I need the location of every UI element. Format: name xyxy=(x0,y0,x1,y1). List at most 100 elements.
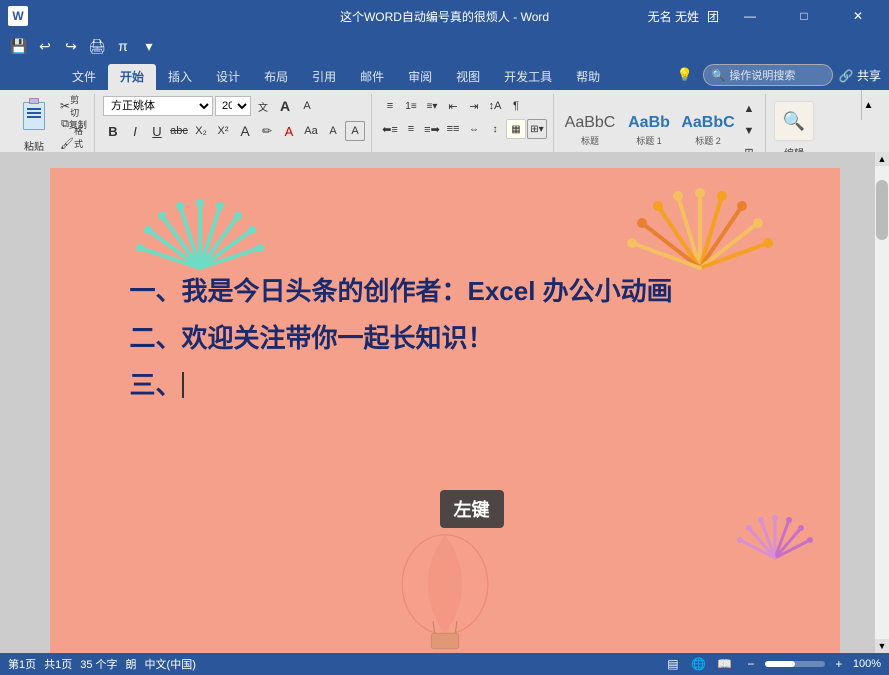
line-spacing-button[interactable]: ↕ xyxy=(485,119,505,139)
wen-icon[interactable]: 文 xyxy=(253,96,273,116)
format-painter-button[interactable]: 🖌 格式刷 xyxy=(60,135,88,153)
tab-home[interactable]: 开始 xyxy=(108,64,156,90)
styles-scroll-down[interactable]: ▼ xyxy=(739,121,759,141)
paste-button[interactable]: 粘贴 xyxy=(10,96,58,154)
word-count: 35 个字 xyxy=(80,656,117,672)
window-title: 这个WORD自动编号真的很烦人 - Word xyxy=(340,8,549,25)
char-shade-button[interactable]: A xyxy=(323,121,343,141)
ribbon-collapse-button[interactable]: ▲ xyxy=(861,90,875,120)
subscript-button[interactable]: X₂ xyxy=(191,121,211,141)
search-icon: 🔍 xyxy=(712,69,726,82)
strikethrough-button[interactable]: abc xyxy=(169,121,189,141)
highlight-button[interactable]: A xyxy=(235,121,255,141)
line-1: 一、我是今日头条的创作者：Excel 办公小动画 xyxy=(130,268,760,315)
title-bar: W 这个WORD自动编号真的很烦人 - Word 无名 无姓 团 — □ ✕ xyxy=(0,0,889,32)
zoom-level: 100% xyxy=(853,658,881,670)
align-center-button[interactable]: ≡ xyxy=(401,119,421,139)
italic-button[interactable]: I xyxy=(125,121,145,141)
ribbon-tabs: 文件 开始 插入 设计 布局 引用 邮件 审阅 视图 开发工具 帮助 💡 🔍 操… xyxy=(0,60,889,90)
tab-help[interactable]: 帮助 xyxy=(564,64,612,90)
styles-gallery: AaBbC 标题 AaBb 标题 1 AaBbC 标题 2 xyxy=(562,103,736,159)
font-family-select[interactable]: 方正姚体 xyxy=(103,96,213,116)
sort-button[interactable]: ↕A xyxy=(485,96,505,116)
tab-design[interactable]: 设计 xyxy=(204,64,252,90)
line-2: 二、欢迎关注带你一起长知识！ xyxy=(130,315,760,362)
cjk-distribute-button[interactable]: ⇔ xyxy=(464,119,484,139)
align-left-button[interactable]: ⬅≡ xyxy=(380,119,400,139)
bold-button[interactable]: B xyxy=(103,121,123,141)
style-normal[interactable]: AaBbC 标题 xyxy=(562,103,618,159)
zoom-out-button[interactable]: − xyxy=(741,656,761,672)
zoom-slider[interactable] xyxy=(765,661,825,667)
tab-file[interactable]: 文件 xyxy=(60,64,108,90)
font-shrink-button[interactable]: A xyxy=(297,96,317,116)
vertical-scrollbar[interactable]: ▲ ▼ xyxy=(875,152,889,653)
language-info[interactable]: 中文(中国) xyxy=(145,656,196,672)
view-web-button[interactable]: 🌐 xyxy=(689,656,709,672)
styles-scroll-up[interactable]: ▲ xyxy=(739,99,759,119)
pi-button[interactable]: π xyxy=(112,35,134,57)
print-preview-button[interactable]: 🖨 xyxy=(86,35,108,57)
quick-access-toolbar: 💾 ↩ ↪ 🖨 π ▾ xyxy=(0,32,889,60)
justify-button[interactable]: ≡≡ xyxy=(443,119,463,139)
view-print-button[interactable]: ▤ xyxy=(663,656,683,672)
tab-layout[interactable]: 布局 xyxy=(252,64,300,90)
minimize-button[interactable]: — xyxy=(727,0,773,32)
app-icon: W xyxy=(8,6,28,26)
tab-references[interactable]: 引用 xyxy=(300,64,348,90)
bullet-list-button[interactable]: ≡ xyxy=(380,96,400,116)
increase-indent-button[interactable]: ⇥ xyxy=(464,96,484,116)
clear-format-button[interactable]: ✏ xyxy=(257,121,277,141)
zoom-in-button[interactable]: + xyxy=(829,656,849,672)
border-char-button[interactable]: A xyxy=(345,121,365,141)
document-page[interactable]: 一、我是今日头条的创作者：Excel 办公小动画 二、欢迎关注带你一起长知识！ … xyxy=(50,168,840,653)
tab-mailings[interactable]: 邮件 xyxy=(348,64,396,90)
shading-button[interactable]: ▦ xyxy=(506,119,526,139)
user-info: 无名 无姓 xyxy=(648,8,699,25)
tooltip-left-click: 左键 xyxy=(440,490,504,528)
font-size-select[interactable]: 20 xyxy=(215,96,251,116)
font-grow-button[interactable]: A xyxy=(275,96,295,116)
undo-button[interactable]: ↩ xyxy=(34,35,56,57)
view-read-button[interactable]: 📖 xyxy=(715,656,735,672)
font-color-button[interactable]: A xyxy=(279,121,299,141)
redo-button[interactable]: ↪ xyxy=(60,35,82,57)
scroll-up-button[interactable]: ▲ xyxy=(875,152,889,166)
border-button[interactable]: ⊞▾ xyxy=(527,119,547,139)
firework-pink xyxy=(730,508,820,598)
tab-developer[interactable]: 开发工具 xyxy=(492,64,564,90)
cut-button[interactable]: ✂ 剪切 xyxy=(60,97,88,115)
style-heading1[interactable]: AaBb 标题 1 xyxy=(621,103,677,159)
scroll-thumb[interactable] xyxy=(876,180,888,240)
restore-button[interactable]: □ xyxy=(781,0,827,32)
find-replace-button[interactable]: 🔍 xyxy=(774,101,814,141)
align-right-button[interactable]: ≡➡ xyxy=(422,119,442,139)
share-button[interactable]: 🔗 共享 xyxy=(839,67,881,84)
numbered-list-button[interactable]: 1≡ xyxy=(401,96,421,116)
close-button[interactable]: ✕ xyxy=(835,0,881,32)
document-area: 一、我是今日头条的创作者：Excel 办公小动画 二、欢迎关注带你一起长知识！ … xyxy=(0,152,889,653)
superscript-button[interactable]: X² xyxy=(213,121,233,141)
multilevel-list-button[interactable]: ≡▾ xyxy=(422,96,442,116)
change-case-button[interactable]: Aa xyxy=(301,121,321,141)
tab-insert[interactable]: 插入 xyxy=(156,64,204,90)
page-info: 第1页 xyxy=(8,656,36,672)
tab-review[interactable]: 审阅 xyxy=(396,64,444,90)
line-3: 三、 xyxy=(130,362,760,409)
show-marks-button[interactable]: ¶ xyxy=(506,96,526,116)
document-text[interactable]: 一、我是今日头条的创作者：Excel 办公小动画 二、欢迎关注带你一起长知识！ … xyxy=(130,268,760,408)
underline-button[interactable]: U xyxy=(147,121,167,141)
text-cursor xyxy=(182,372,184,398)
qa-dropdown-button[interactable]: ▾ xyxy=(138,35,160,57)
save-button[interactable]: 💾 xyxy=(8,35,30,57)
decrease-indent-button[interactable]: ⇤ xyxy=(443,96,463,116)
scroll-down-button[interactable]: ▼ xyxy=(875,639,889,653)
hot-air-balloon xyxy=(385,528,505,653)
tab-view[interactable]: 视图 xyxy=(444,64,492,90)
help-bulb-icon[interactable]: 💡 xyxy=(673,67,697,83)
correction-icon[interactable]: 朗 xyxy=(126,656,137,672)
total-pages: 共1页 xyxy=(44,656,72,672)
search-box[interactable]: 🔍 操作说明搜索 xyxy=(703,64,833,86)
team-icon: 团 xyxy=(707,8,719,25)
style-heading2[interactable]: AaBbC 标题 2 xyxy=(680,103,736,159)
